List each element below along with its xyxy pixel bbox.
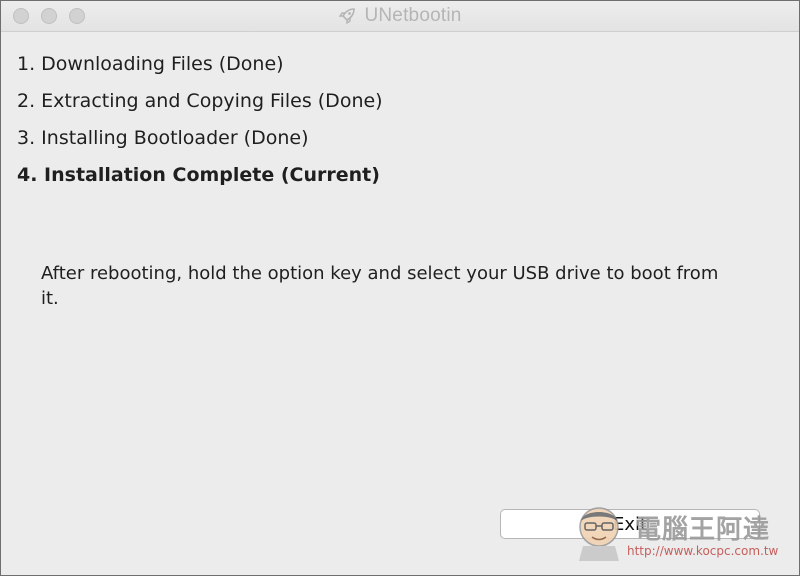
title-bar[interactable]: UNetbootin: [1, 1, 799, 32]
step-installing-bootloader: 3. Installing Bootloader (Done): [17, 127, 309, 149]
step-installation-complete: 4. Installation Complete (Current): [17, 164, 380, 186]
window-title-group: UNetbootin: [1, 1, 799, 31]
step-extracting-copying-files: 2. Extracting and Copying Files (Done): [17, 90, 383, 112]
progress-steps-list: 1. Downloading Files (Done) 2. Extractin…: [17, 51, 383, 199]
rocket-icon: [338, 7, 356, 25]
exit-button[interactable]: Exit: [500, 509, 760, 539]
unetbootin-window: UNetbootin 1. Downloading Files (Done) 2…: [0, 0, 800, 576]
reboot-instructions: After rebooting, hold the option key and…: [41, 263, 719, 309]
watermark-url: http://www.kocpc.com.tw: [627, 544, 779, 558]
window-title: UNetbootin: [364, 5, 462, 26]
step-downloading-files: 1. Downloading Files (Done): [17, 53, 284, 75]
